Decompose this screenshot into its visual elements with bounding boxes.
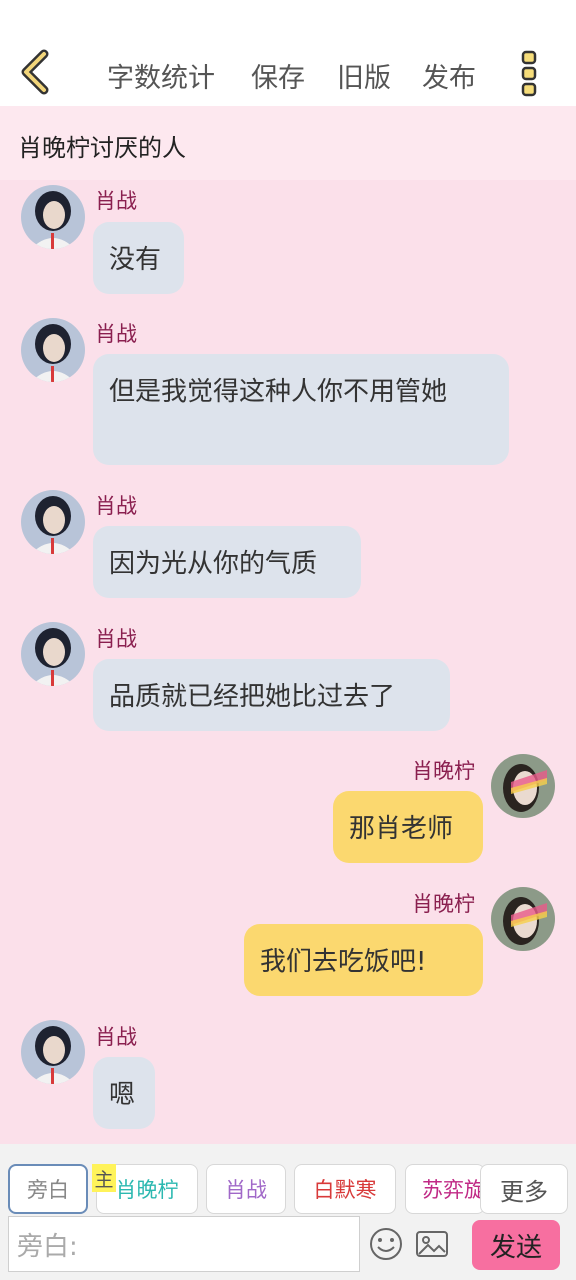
back-button[interactable] bbox=[14, 48, 58, 96]
message-bubble[interactable]: 嗯 bbox=[93, 1057, 155, 1129]
message-bubble[interactable]: 那肖老师 bbox=[333, 791, 483, 863]
role-chip-xiao-zhan[interactable]: 肖战 bbox=[206, 1164, 286, 1214]
avatar[interactable] bbox=[21, 490, 85, 554]
image-button[interactable] bbox=[414, 1226, 450, 1262]
main-character-badge: 主 bbox=[92, 1164, 116, 1192]
top-toolbar: 字数统计 保存 旧版 发布 bbox=[0, 0, 576, 106]
sender-name: 肖晚柠 bbox=[412, 759, 475, 783]
word-count-button[interactable]: 字数统计 bbox=[107, 56, 215, 95]
save-button[interactable]: 保存 bbox=[251, 56, 305, 95]
avatar[interactable] bbox=[491, 754, 555, 818]
sender-name: 肖战 bbox=[95, 494, 137, 518]
message-bubble[interactable]: 没有 bbox=[93, 222, 184, 294]
avatar[interactable] bbox=[491, 887, 555, 951]
sender-name: 肖战 bbox=[95, 322, 137, 346]
emoji-button[interactable] bbox=[368, 1226, 404, 1262]
message-bubble[interactable]: 品质就已经把她比过去了 bbox=[93, 659, 450, 731]
message-bubble[interactable]: 但是我觉得这种人你不用管她 bbox=[93, 354, 509, 465]
avatar[interactable] bbox=[21, 1020, 85, 1084]
sender-name: 肖战 bbox=[95, 1025, 137, 1049]
chat-title-bar: 肖晚柠讨厌的人 bbox=[0, 106, 576, 180]
role-chip-su-yixuan[interactable]: 苏弈旋 bbox=[405, 1164, 485, 1214]
image-icon bbox=[416, 1231, 448, 1257]
more-menu-button[interactable] bbox=[516, 50, 542, 98]
chevron-left-icon bbox=[21, 49, 49, 95]
publish-button[interactable]: 发布 bbox=[422, 56, 476, 95]
chat-title: 肖晚柠讨厌的人 bbox=[18, 134, 186, 162]
role-chip-bai-mohan[interactable]: 白默寒 bbox=[294, 1164, 396, 1214]
message-input[interactable]: 旁白: bbox=[8, 1216, 360, 1272]
more-roles-button[interactable]: 更多 bbox=[480, 1164, 568, 1214]
role-chip-narration[interactable]: 旁白 bbox=[8, 1164, 88, 1214]
avatar[interactable] bbox=[21, 185, 85, 249]
send-button[interactable]: 发送 bbox=[472, 1220, 560, 1270]
smiley-icon bbox=[370, 1228, 402, 1260]
avatar[interactable] bbox=[21, 622, 85, 686]
vertical-dots-icon bbox=[521, 50, 537, 97]
old-version-button[interactable]: 旧版 bbox=[337, 56, 391, 95]
sender-name: 肖晚柠 bbox=[412, 892, 475, 916]
composer-panel: 旁白 肖晚柠 主 肖战 白默寒 苏弈旋 更多 旁白: 发送 bbox=[0, 1144, 576, 1280]
message-bubble[interactable]: 我们去吃饭吧! bbox=[244, 924, 483, 996]
message-list[interactable]: 肖战 没有 肖战 但是我觉得这种人你不用管她 肖战 因为光从你的气质 肖战 品质… bbox=[0, 180, 576, 1144]
avatar[interactable] bbox=[21, 318, 85, 382]
message-bubble[interactable]: 因为光从你的气质 bbox=[93, 526, 361, 598]
sender-name: 肖战 bbox=[95, 627, 137, 651]
sender-name: 肖战 bbox=[95, 189, 137, 213]
